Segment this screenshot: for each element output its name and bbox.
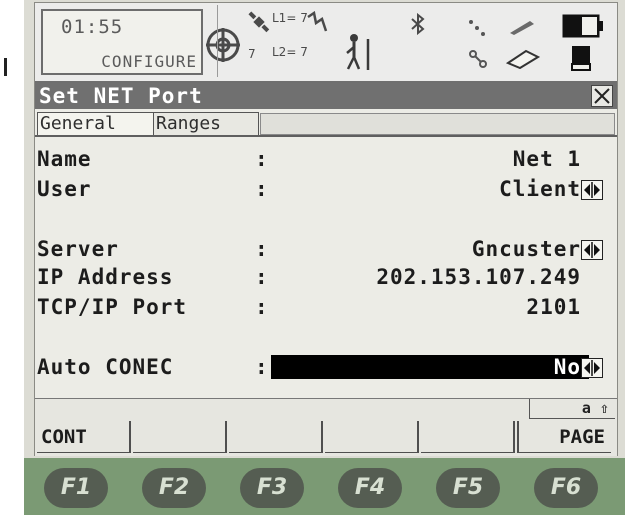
bluetooth-icon <box>411 13 425 35</box>
softkey-bar: a ⇧ CONT PAGE <box>35 398 617 456</box>
list-toggle-icon[interactable] <box>581 358 603 378</box>
field-label: Name <box>37 147 92 171</box>
softkey-f3[interactable] <box>229 421 323 453</box>
f1-key[interactable]: F1 <box>44 468 108 508</box>
auto-conec-value[interactable]: No <box>554 355 581 379</box>
auto-conec-highlight[interactable] <box>271 355 589 379</box>
field-label: Auto CONEC <box>37 355 174 379</box>
row-server[interactable]: Server : Gncuster <box>35 235 617 263</box>
tab-divider <box>35 135 617 137</box>
tab-bar: General Ranges <box>35 110 617 137</box>
link-icon <box>469 50 487 68</box>
close-icon <box>594 88 610 104</box>
ip-address-value[interactable]: 202.153.107.249 <box>376 265 581 289</box>
side-marker <box>4 58 7 76</box>
tab-ranges[interactable]: Ranges <box>153 112 259 135</box>
function-key-row: F1 F2 F3 F4 F5 F6 <box>24 458 625 515</box>
f2-key[interactable]: F2 <box>142 468 206 508</box>
softkey-f2[interactable] <box>133 421 227 453</box>
window-title: Set NET Port <box>39 84 203 108</box>
server-value[interactable]: Gncuster <box>472 237 581 261</box>
softkey-f4[interactable] <box>325 421 419 453</box>
dots-icon <box>469 20 485 36</box>
field-colon: : <box>255 355 268 379</box>
f4-key[interactable]: F4 <box>338 468 402 508</box>
field-colon: : <box>255 177 268 201</box>
time-mode-box: 01:55 CONFIGURE <box>41 9 203 75</box>
battery-icon <box>562 14 603 38</box>
list-toggle-icon[interactable] <box>581 240 603 260</box>
field-label: IP Address <box>37 265 174 289</box>
f6-key[interactable]: F6 <box>534 468 598 508</box>
field-label: TCP/IP Port <box>37 295 188 319</box>
window-titlebar: Set NET Port <box>35 83 617 109</box>
input-mode-indicator: a ⇧ <box>529 399 615 419</box>
softkey-cont[interactable]: CONT <box>37 421 131 453</box>
status-bar: 01:55 CONFIGURE L1= 7 7 L2= 7 <box>35 3 617 83</box>
tab-general[interactable]: General <box>37 112 155 135</box>
card-icon <box>506 49 540 69</box>
status-indicators: L1= 7 7 L2= 7 <box>217 5 612 77</box>
field-colon: : <box>255 237 268 261</box>
field-label: User <box>37 177 92 201</box>
tab-bar-filler <box>260 113 615 135</box>
settings-form: Name : Net 1 User : Client Server : Gncu… <box>35 139 617 397</box>
field-colon: : <box>255 147 268 171</box>
satellite-icon <box>248 11 270 33</box>
screen: 01:55 CONFIGURE L1= 7 7 L2= 7 Set NET Po… <box>34 2 618 456</box>
close-button[interactable] <box>591 85 613 107</box>
f3-key[interactable]: F3 <box>240 468 304 508</box>
softkey-page[interactable]: PAGE <box>517 421 611 453</box>
list-toggle-icon[interactable] <box>581 180 603 200</box>
lightning-icon <box>307 11 328 32</box>
field-label: Server <box>37 237 119 261</box>
l1-count: L1= 7 <box>272 11 308 25</box>
row-name[interactable]: Name : Net 1 <box>35 145 617 173</box>
clock: 01:55 <box>61 16 124 38</box>
name-value[interactable]: Net 1 <box>513 147 581 171</box>
row-tcp-port[interactable]: TCP/IP Port : 2101 <box>35 293 617 321</box>
row-user[interactable]: User : Client <box>35 175 617 203</box>
field-colon: : <box>255 295 268 319</box>
softkey-f5[interactable] <box>421 421 515 453</box>
mode-label: CONFIGURE <box>101 52 197 71</box>
satellite-count: 7 <box>248 47 256 61</box>
device-frame: 01:55 CONFIGURE L1= 7 7 L2= 7 Set NET Po… <box>24 0 625 515</box>
l2-count: L2= 7 <box>272 45 308 59</box>
user-value[interactable]: Client <box>499 177 581 201</box>
field-colon: : <box>255 265 268 289</box>
memory-icon <box>571 46 591 71</box>
pen-icon <box>510 21 534 35</box>
walking-person-icon <box>346 34 370 70</box>
f5-key[interactable]: F5 <box>436 468 500 508</box>
row-ip-address[interactable]: IP Address : 202.153.107.249 <box>35 263 617 291</box>
row-auto-conec[interactable]: Auto CONEC : No <box>35 353 617 381</box>
tcp-port-value[interactable]: 2101 <box>526 295 581 319</box>
